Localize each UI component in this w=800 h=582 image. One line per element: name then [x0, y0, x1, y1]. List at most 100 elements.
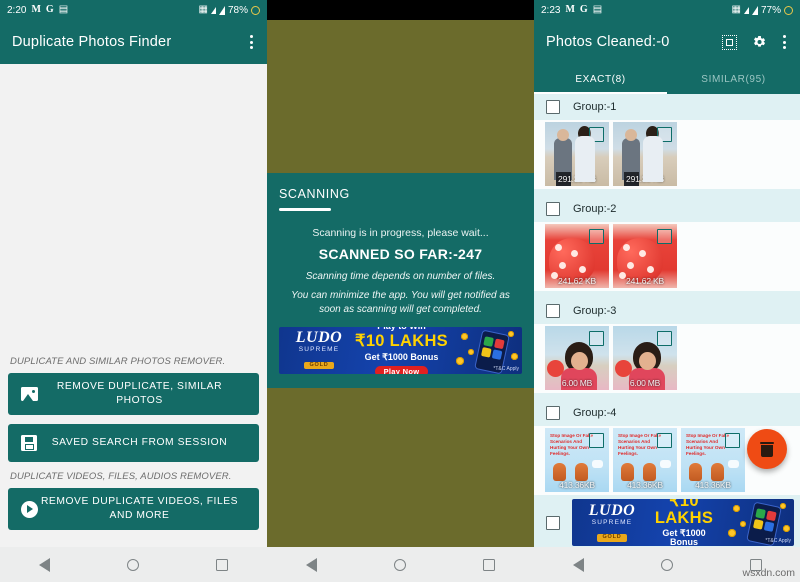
- ad-slot-results: LUDO SUPREME GOLD Play to Win ₹10 LAKHS …: [534, 495, 800, 547]
- group-header[interactable]: Group:-1: [534, 94, 800, 120]
- file-size: 6.00 MB: [561, 378, 593, 388]
- home-nav-icon[interactable]: [393, 558, 406, 571]
- file-size: 413.36KB: [627, 480, 663, 490]
- scanning-tab-row: SCANNING: [267, 173, 534, 211]
- ad-artwork: *T&C Apply: [448, 327, 522, 374]
- recents-nav-icon[interactable]: [483, 558, 496, 571]
- tab-exact[interactable]: EXACT(8): [534, 64, 667, 95]
- page-title: Photos Cleaned:-0: [546, 34, 670, 50]
- app-bar: Duplicate Photos Finder: [0, 20, 267, 64]
- group-checkbox[interactable]: [546, 202, 560, 216]
- home-nav-icon[interactable]: [660, 558, 673, 571]
- photo-thumbnail[interactable]: Stop Image Or Fake Scenarios And Hurting…: [613, 428, 677, 492]
- battery-percent: 77%: [760, 4, 781, 16]
- phone-panel-scanning: SCANNING Scanning is in progress, please…: [267, 0, 534, 582]
- group-checkbox[interactable]: [546, 515, 560, 530]
- duplicate-groups-list[interactable]: Group:-1 291.30 KB 291.30 KB Group:-2 24…: [534, 94, 800, 547]
- photo-thumbnail[interactable]: 241.62 KB: [545, 224, 609, 288]
- group-checkbox[interactable]: [546, 406, 560, 420]
- back-nav-icon[interactable]: [305, 557, 317, 572]
- scanning-card: SCANNING Scanning is in progress, please…: [267, 173, 534, 388]
- group-header[interactable]: Group:-4: [534, 400, 800, 426]
- file-size: 6.00 MB: [629, 378, 661, 388]
- gmail-icon: M: [31, 4, 41, 15]
- system-nav-bar: [267, 547, 534, 582]
- system-nav-bar: [0, 547, 267, 582]
- group-thumbnails: 241.62 KB 241.62 KB: [534, 222, 800, 291]
- thumbnail-checkbox[interactable]: [725, 433, 740, 448]
- thumbnail-checkbox[interactable]: [657, 433, 672, 448]
- ludo-ad-banner[interactable]: LUDO SUPREME GOLD Play to Win ₹10 LAKHS …: [279, 326, 522, 374]
- back-nav-icon[interactable]: [38, 557, 50, 572]
- ad-bonus: Get ₹1000 Bonus: [364, 351, 439, 362]
- ad-brand-badge: GOLD: [597, 534, 627, 542]
- kebab-menu-icon[interactable]: [781, 32, 788, 52]
- button-label: SAVED SEARCH FROM SESSION: [51, 437, 228, 448]
- ad-copy: Play to Win ₹10 LAKHS Get ₹1000 Bonus Pl…: [355, 327, 448, 374]
- ad-copy: Play to Win ₹10 LAKHS Get ₹1000 Bonus Pl…: [648, 499, 720, 546]
- ad-brand: LUDO SUPREME GOLD: [572, 502, 648, 543]
- signal-icon: [210, 6, 216, 14]
- app-bar-actions: [722, 32, 788, 52]
- remove-duplicate-videos-button[interactable]: REMOVE DUPLICATE VIDEOS, FILES AND MORE: [8, 488, 259, 530]
- ad-bonus: Get ₹1000 Bonus: [662, 528, 706, 547]
- section-caption-videos: DUPLICATE VIDEOS, FILES, AUDIOS REMOVER.: [10, 471, 232, 482]
- thumbnail-checkbox[interactable]: [589, 229, 604, 244]
- status-bar-left: 2:20 M G ▤: [7, 5, 68, 16]
- ad-brand-sub: SUPREME: [591, 518, 633, 526]
- delete-trash-icon: [760, 441, 774, 457]
- tab-similar[interactable]: SIMILAR(95): [667, 64, 800, 94]
- select-all-icon[interactable]: [722, 34, 737, 50]
- phone-panel-home: 2:20 M G ▤ ▦ 78% Duplicate Photos Finder…: [0, 0, 267, 582]
- ad-cta-button[interactable]: Play Now: [374, 365, 429, 374]
- section-caption-photos: DUPLICATE AND SIMILAR PHOTOS REMOVER.: [10, 356, 226, 367]
- home-nav-icon[interactable]: [126, 558, 139, 571]
- settings-gear-icon[interactable]: [751, 34, 767, 50]
- group-header[interactable]: Group:-3: [534, 298, 800, 324]
- ad-brand-sub: SUPREME: [298, 346, 340, 354]
- photo-thumbnail[interactable]: 291.30 KB: [545, 122, 609, 186]
- sim-icon: ▦: [198, 4, 208, 15]
- thumbnail-checkbox[interactable]: [657, 229, 672, 244]
- signal-icon: [743, 6, 749, 14]
- ad-brand-badge: GOLD: [304, 361, 334, 370]
- sim-icon: ▦: [731, 4, 741, 15]
- photo-thumbnail[interactable]: Stop Image Or Fake Scenarios And Hurting…: [545, 428, 609, 492]
- home-body: DUPLICATE AND SIMILAR PHOTOS REMOVER. RE…: [0, 64, 267, 547]
- photo-thumbnail[interactable]: 6.00 MB: [613, 326, 677, 390]
- delete-fab-button[interactable]: [747, 429, 787, 469]
- photo-thumbnail[interactable]: 291.30 KB: [613, 122, 677, 186]
- page-title: Duplicate Photos Finder: [12, 34, 172, 50]
- scanning-hint-1: Scanning time depends on number of files…: [305, 270, 496, 282]
- play-icon: [18, 498, 40, 520]
- status-bar: [267, 0, 534, 20]
- remove-duplicate-photos-button[interactable]: REMOVE DUPLICATE, SIMILAR PHOTOS: [8, 373, 259, 415]
- ad-brand-name: LUDO: [295, 329, 343, 347]
- ad-brand: LUDO SUPREME GOLD: [279, 330, 355, 370]
- photo-thumbnail[interactable]: 6.00 MB: [545, 326, 609, 390]
- group-checkbox[interactable]: [546, 304, 560, 318]
- scanning-top-spacer: [267, 20, 534, 173]
- phone-panel-results: 2:23 M G ▤ ▦ 77% Photos Cleaned:-0 EXACT…: [534, 0, 800, 582]
- ludo-ad-banner[interactable]: LUDO SUPREME GOLD Play to Win ₹10 LAKHS …: [572, 499, 794, 546]
- tab-indicator: [279, 208, 331, 211]
- tab-scanning[interactable]: SCANNING: [279, 187, 522, 201]
- result-tabs: EXACT(8) SIMILAR(95): [534, 64, 800, 95]
- thumbnail-checkbox[interactable]: [589, 331, 604, 346]
- google-icon: G: [45, 4, 54, 15]
- thumbnail-checkbox[interactable]: [657, 331, 672, 346]
- thumbnail-checkbox[interactable]: [657, 127, 672, 142]
- saved-search-button[interactable]: SAVED SEARCH FROM SESSION: [8, 424, 259, 462]
- group-header[interactable]: Group:-2: [534, 196, 800, 222]
- photo-thumbnail[interactable]: Stop Image Or Fake Scenarios And Hurting…: [681, 428, 745, 492]
- kebab-menu-icon[interactable]: [248, 32, 255, 52]
- signal-icon: [751, 5, 758, 15]
- group-label: Group:-3: [573, 305, 617, 317]
- recents-nav-icon[interactable]: [216, 558, 229, 571]
- back-nav-icon[interactable]: [572, 557, 584, 572]
- photo-thumbnail[interactable]: 241.62 KB: [613, 224, 677, 288]
- group-checkbox[interactable]: [546, 100, 560, 114]
- group-label: Group:-1: [573, 101, 617, 113]
- thumbnail-checkbox[interactable]: [589, 127, 604, 142]
- thumbnail-checkbox[interactable]: [589, 433, 604, 448]
